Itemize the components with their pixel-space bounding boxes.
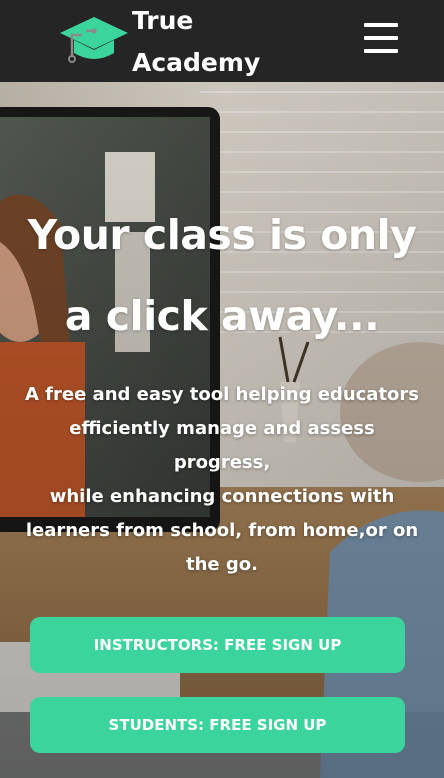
menu-bar bbox=[364, 23, 398, 27]
hamburger-menu-icon[interactable] bbox=[364, 23, 398, 53]
hero-headline: Your class is only a click away... bbox=[0, 195, 444, 357]
instructors-signup-button[interactable]: INSTRUCTORS: FREE SIGN UP bbox=[30, 617, 405, 673]
description-line: while enhancing connections with bbox=[49, 486, 395, 507]
brand-line-2: Academy bbox=[132, 48, 261, 77]
brand-name[interactable]: True Academy bbox=[132, 0, 260, 84]
menu-bar bbox=[364, 36, 398, 40]
menu-bar bbox=[364, 49, 398, 53]
students-signup-button[interactable]: STUDENTS: FREE SIGN UP bbox=[30, 697, 405, 753]
description-line: the go. bbox=[186, 554, 258, 575]
description-line: learners from school, from home,or on bbox=[25, 520, 419, 541]
headline-line-2: a click away... bbox=[64, 292, 380, 340]
navbar: True Academy bbox=[0, 0, 444, 82]
headline-line-1: Your class is only bbox=[27, 211, 417, 259]
hero-description: A free and easy tool helping educators e… bbox=[0, 378, 444, 582]
description-line: efficiently manage and assess bbox=[69, 418, 375, 439]
description-line: progress, bbox=[173, 452, 271, 473]
brand-line-1: True bbox=[132, 6, 194, 35]
description-line: A free and easy tool helping educators bbox=[24, 384, 420, 405]
hero-section: Your class is only a click away... A fre… bbox=[0, 82, 444, 778]
graduation-cap-icon[interactable] bbox=[58, 11, 130, 65]
